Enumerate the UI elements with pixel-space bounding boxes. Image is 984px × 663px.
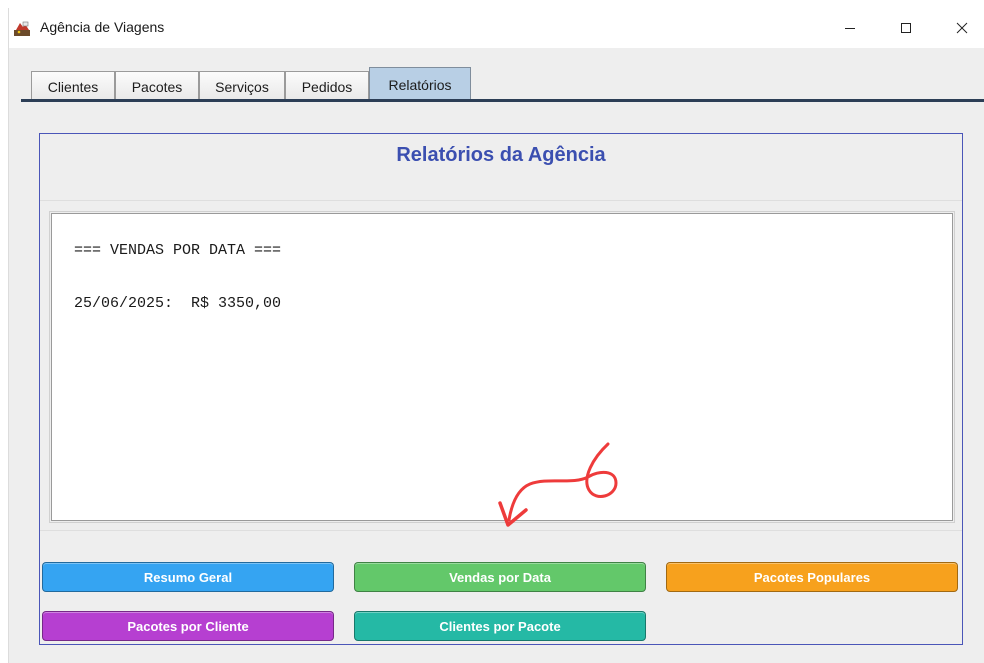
maximize-button[interactable] (883, 8, 929, 48)
tab-pedidos[interactable]: Pedidos (285, 71, 369, 101)
tab-divider (21, 99, 984, 102)
panel-title: Relatórios da Agência (396, 144, 606, 166)
annotation-arrow-icon (498, 442, 618, 527)
close-icon (956, 22, 968, 34)
divider (40, 200, 962, 201)
app-window: Agência de Viagens Clientes Pacotes Serv… (8, 8, 984, 663)
close-button[interactable] (939, 8, 984, 48)
tab-pacotes[interactable]: Pacotes (115, 71, 199, 101)
pacotes-por-cliente-button[interactable]: Pacotes por Cliente (42, 611, 334, 641)
tab-clientes[interactable]: Clientes (31, 71, 115, 101)
maximize-icon (901, 23, 911, 33)
minimize-button[interactable] (827, 8, 873, 48)
report-line: 25/06/2025: R$ 3350,00 (74, 295, 282, 312)
tab-servicos[interactable]: Serviços (199, 71, 285, 101)
reports-panel: Relatórios da Agência === VENDAS POR DAT… (39, 133, 963, 645)
window-content: Clientes Pacotes Serviços Pedidos Relató… (9, 48, 984, 663)
minimize-icon (845, 28, 855, 29)
tab-relatorios[interactable]: Relatórios (369, 67, 471, 101)
vendas-por-data-button[interactable]: Vendas por Data (354, 562, 646, 592)
title-bar: Agência de Viagens (9, 8, 984, 48)
pacotes-populares-button[interactable]: Pacotes Populares (666, 562, 958, 592)
report-heading: === VENDAS POR DATA === (74, 242, 282, 259)
window-title: Agência de Viagens (40, 19, 165, 35)
app-icon (14, 21, 30, 36)
clientes-por-pacote-button[interactable]: Clientes por Pacote (354, 611, 646, 641)
resumo-geral-button[interactable]: Resumo Geral (42, 562, 334, 592)
